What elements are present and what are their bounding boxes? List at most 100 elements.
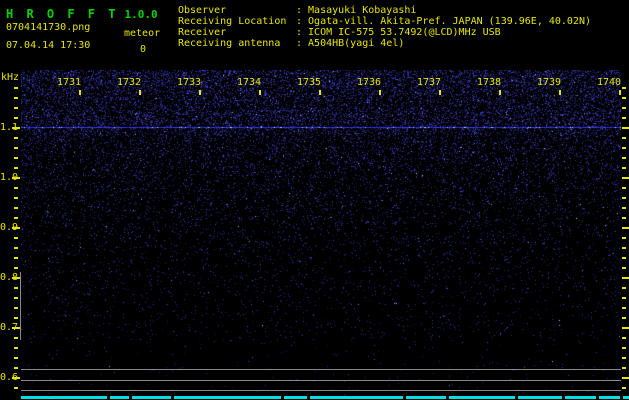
freq-minor-tick xyxy=(14,197,18,199)
info-value: : Ogata-vill. Akita-Pref. JAPAN (139.96E… xyxy=(296,16,592,27)
time-tick-label: 1735 xyxy=(296,77,322,88)
freq-minor-tick xyxy=(14,237,18,239)
freq-minor-tick xyxy=(14,317,18,319)
signal-level-bar-segment xyxy=(565,396,596,399)
datetime-label: 07.04.14 17:30 xyxy=(6,40,91,51)
time-minute-tick xyxy=(259,90,261,95)
output-filename: 0704141730.png xyxy=(6,22,91,33)
app-title: H R O F F T xyxy=(6,7,119,21)
time-tick-label: 1739 xyxy=(536,77,562,88)
info-value: : ICOM IC-575 53.7492(@LCD)MHz USB xyxy=(296,27,501,38)
time-minute-tick xyxy=(319,90,321,95)
time-minute-tick xyxy=(499,90,501,95)
freq-minor-tick xyxy=(622,117,626,119)
time-tick-label: 1736 xyxy=(356,77,382,88)
freq-minor-tick xyxy=(622,97,626,99)
title-bar: H R O F F T 1.0.0 xyxy=(6,3,158,22)
freq-major-tick xyxy=(12,127,20,129)
freq-minor-tick xyxy=(14,337,18,339)
freq-minor-tick xyxy=(622,187,626,189)
freq-minor-tick xyxy=(14,157,18,159)
app-version: 1.0.0 xyxy=(124,8,158,21)
signal-level-bar-segment xyxy=(518,396,562,399)
freq-major-tick xyxy=(622,277,629,279)
level-reference-line xyxy=(21,380,621,381)
time-minute-tick xyxy=(559,90,561,95)
time-tick-label: 1732 xyxy=(116,77,142,88)
freq-minor-tick xyxy=(14,187,18,189)
time-minute-tick xyxy=(439,90,441,95)
freq-minor-tick xyxy=(14,167,18,169)
freq-minor-tick xyxy=(14,347,18,349)
freq-minor-tick xyxy=(622,297,626,299)
signal-level-bar-segment xyxy=(174,396,281,399)
freq-major-tick xyxy=(12,327,20,329)
freq-minor-tick xyxy=(622,367,626,369)
freq-minor-tick xyxy=(14,307,18,309)
freq-minor-tick xyxy=(622,387,626,389)
freq-minor-tick xyxy=(14,217,18,219)
freq-minor-tick xyxy=(622,287,626,289)
freq-major-tick xyxy=(622,227,629,229)
freq-major-tick xyxy=(12,377,20,379)
freq-minor-tick xyxy=(14,97,18,99)
freq-minor-tick xyxy=(14,207,18,209)
hrofft-window: H R O F F T 1.0.0 0704141730.png meteor 0… xyxy=(0,0,629,400)
freq-minor-tick xyxy=(622,157,626,159)
info-label: Receiver xyxy=(178,27,227,38)
freq-major-tick xyxy=(12,227,20,229)
info-row: Receiving Location : Ogata-vill. Akita-Pr… xyxy=(178,16,591,27)
freq-axis-unit: kHz xyxy=(1,72,20,83)
freq-major-tick xyxy=(622,127,629,129)
freq-major-tick xyxy=(12,277,20,279)
signal-level-bar-segment xyxy=(21,396,107,399)
info-label: Observer xyxy=(178,5,227,16)
signal-level-bar-segment xyxy=(599,396,620,399)
freq-minor-tick xyxy=(14,267,18,269)
freq-minor-tick xyxy=(14,257,18,259)
time-tick-label: 1738 xyxy=(476,77,502,88)
time-minute-tick xyxy=(199,90,201,95)
info-row: Observer : Masayuki Kobayashi xyxy=(178,5,591,16)
station-info-block: Observer: Masayuki Kobayashi Receiving Lo… xyxy=(178,5,591,49)
level-reference-line xyxy=(21,369,621,370)
spectrogram-canvas xyxy=(21,70,621,396)
info-label: Receiving Location xyxy=(178,16,287,27)
freq-minor-tick xyxy=(622,217,626,219)
freq-minor-tick xyxy=(14,287,18,289)
freq-minor-tick xyxy=(622,167,626,169)
freq-minor-tick xyxy=(622,317,626,319)
signal-level-bar-segment xyxy=(310,396,403,399)
freq-major-tick xyxy=(12,177,20,179)
freq-minor-tick xyxy=(14,137,18,139)
freq-minor-tick xyxy=(622,197,626,199)
freq-minor-tick xyxy=(622,207,626,209)
time-tick-label: 1731 xyxy=(56,77,82,88)
info-label: Receiving antenna xyxy=(178,38,281,49)
freq-minor-tick xyxy=(622,337,626,339)
time-minute-tick xyxy=(619,90,621,95)
freq-minor-tick xyxy=(14,107,18,109)
freq-minor-tick xyxy=(622,257,626,259)
level-reference-line xyxy=(21,390,621,391)
freq-minor-tick xyxy=(622,137,626,139)
freq-minor-tick xyxy=(14,117,18,119)
freq-major-tick xyxy=(622,327,629,329)
freq-minor-tick xyxy=(622,147,626,149)
freq-minor-tick xyxy=(14,367,18,369)
signal-level-bar-segment xyxy=(110,396,129,399)
info-value: : Masayuki Kobayashi xyxy=(296,5,417,16)
time-minute-tick xyxy=(379,90,381,95)
freq-minor-tick xyxy=(622,307,626,309)
info-value: : A504HB(yagi 4el) xyxy=(296,38,405,49)
freq-minor-tick xyxy=(622,87,626,89)
time-tick-label: 1734 xyxy=(236,77,262,88)
time-minute-tick xyxy=(139,90,141,95)
freq-minor-tick xyxy=(622,357,626,359)
freq-minor-tick xyxy=(14,387,18,389)
event-count: 0 xyxy=(140,44,147,55)
signal-level-bar-segment xyxy=(449,396,515,399)
freq-minor-tick xyxy=(14,87,18,89)
freq-minor-tick xyxy=(14,297,18,299)
signal-level-bar-segment xyxy=(623,396,629,399)
